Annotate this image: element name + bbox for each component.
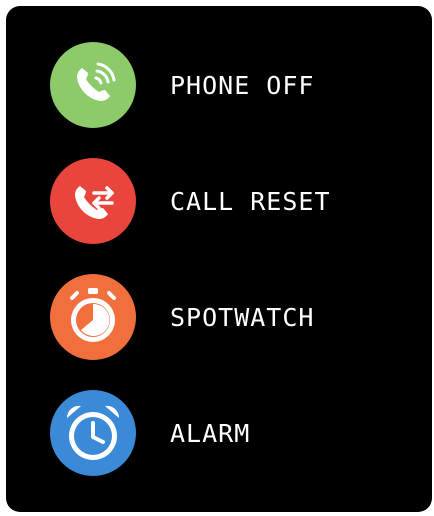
alarm-clock-icon — [50, 390, 136, 476]
menu-item-label: SPOTWATCH — [170, 302, 315, 332]
watch-screen: PHONE OFF CALL RESET SPOTWATCH ALARM — [6, 6, 432, 512]
stopwatch-icon — [50, 274, 136, 360]
menu-item-spotwatch[interactable]: SPOTWATCH — [50, 272, 410, 362]
menu-item-label: ALARM — [170, 418, 251, 448]
phone-ringing-icon — [50, 42, 136, 128]
menu-item-label: CALL RESET — [170, 186, 331, 216]
menu-list: PHONE OFF CALL RESET SPOTWATCH ALARM — [6, 6, 432, 512]
call-transfer-icon — [50, 158, 136, 244]
menu-item-phone-off[interactable]: PHONE OFF — [50, 40, 410, 130]
menu-item-label: PHONE OFF — [170, 70, 315, 100]
menu-item-alarm[interactable]: ALARM — [50, 388, 410, 478]
menu-item-call-reset[interactable]: CALL RESET — [50, 156, 410, 246]
